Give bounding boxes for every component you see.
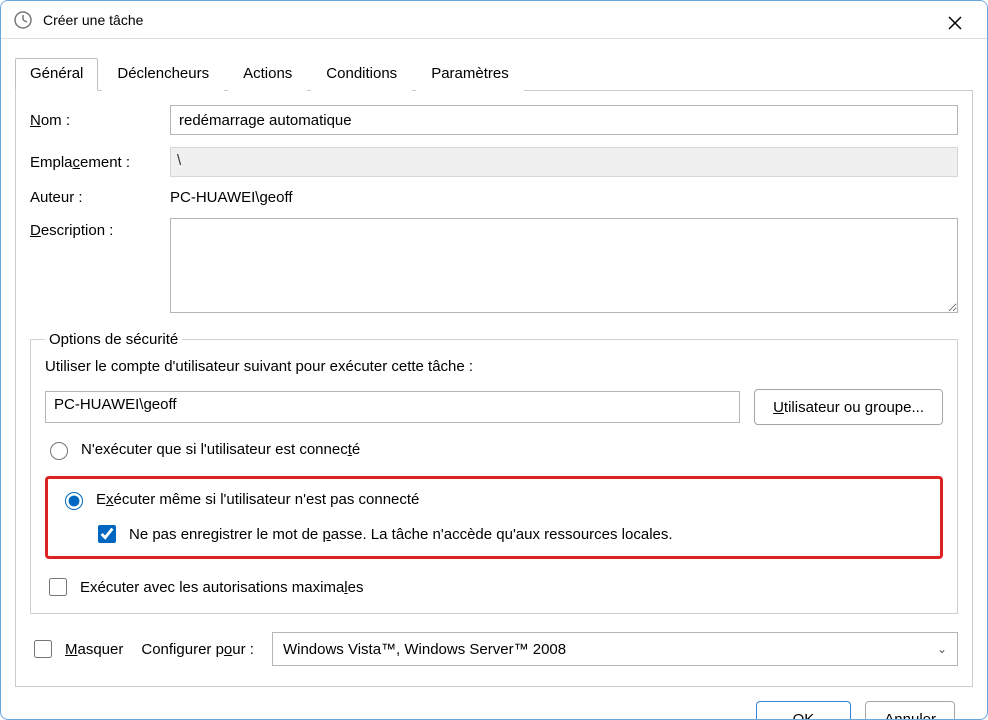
- name-row: Nom :: [30, 105, 958, 135]
- close-button[interactable]: [941, 9, 969, 37]
- window-title: Créer une tâche: [43, 12, 143, 28]
- cancel-button[interactable]: Annuler: [865, 701, 955, 720]
- checkbox-hidden-input[interactable]: [34, 640, 52, 658]
- security-legend: Options de sécurité: [45, 331, 182, 348]
- radio-run-not-logged-input[interactable]: [65, 492, 83, 510]
- tab-settings[interactable]: Paramètres: [416, 58, 524, 91]
- checkbox-highest-priv-input[interactable]: [49, 578, 67, 596]
- checkbox-hidden[interactable]: Masquer: [30, 637, 123, 661]
- radio-run-logged-on-input[interactable]: [50, 442, 68, 460]
- titlebar: Créer une tâche: [1, 1, 987, 39]
- close-icon: [948, 16, 962, 30]
- radio-run-not-logged[interactable]: Exécuter même si l'utilisateur n'est pas…: [60, 489, 928, 510]
- desc-label-ul: D: [30, 222, 41, 239]
- change-user-button[interactable]: Utilisateur ou groupe...: [754, 389, 943, 425]
- create-task-dialog: Créer une tâche Général Déclencheurs Act…: [0, 0, 988, 720]
- radio-run-logged-on[interactable]: N'exécuter que si l'utilisateur est conn…: [45, 439, 943, 460]
- description-input[interactable]: [170, 218, 958, 313]
- desc-label-post: escription :: [41, 222, 114, 239]
- tab-actions[interactable]: Actions: [228, 58, 307, 91]
- author-row: Auteur : PC-HUAWEI\geoff: [30, 189, 958, 206]
- location-row: Emplacement : \: [30, 147, 958, 177]
- general-pane: Nom : Emplacement : \ Auteur : PC-HUAWEI…: [15, 91, 973, 687]
- author-value: PC-HUAWEI\geoff: [170, 189, 293, 206]
- name-label-ul: N: [30, 112, 41, 129]
- description-row: Description :: [30, 218, 958, 313]
- location-value: \: [170, 147, 958, 177]
- configure-for-value: Windows Vista™, Windows Server™ 2008: [283, 641, 566, 658]
- checkbox-no-password[interactable]: Ne pas enregistrer le mot de passe. La t…: [94, 522, 928, 546]
- name-label: om :: [41, 112, 70, 129]
- account-row: PC-HUAWEI\geoff Utilisateur ou groupe...: [45, 389, 943, 425]
- location-label-post: ement :: [80, 154, 130, 171]
- tab-conditions[interactable]: Conditions: [311, 58, 412, 91]
- highlighted-section: Exécuter même si l'utilisateur n'est pas…: [45, 476, 943, 559]
- name-input[interactable]: [170, 105, 958, 135]
- chevron-down-icon: ⌄: [937, 642, 947, 656]
- tab-triggers[interactable]: Déclencheurs: [102, 58, 224, 91]
- checkbox-highest-priv[interactable]: Exécuter avec les autorisations maximale…: [45, 575, 943, 599]
- tab-bar: Général Déclencheurs Actions Conditions …: [15, 57, 973, 91]
- author-label: Auteur :: [30, 189, 170, 206]
- configure-for-label: Configurer pour :: [141, 641, 254, 658]
- use-account-label: Utiliser le compte d'utilisateur suivant…: [45, 358, 943, 375]
- security-options-group: Options de sécurité Utiliser le compte d…: [30, 331, 958, 614]
- location-label-pre: Empla: [30, 154, 73, 171]
- clock-icon: [13, 10, 33, 30]
- account-field: PC-HUAWEI\geoff: [45, 391, 740, 423]
- checkbox-no-password-input[interactable]: [98, 525, 116, 543]
- location-label-ul: c: [73, 154, 81, 171]
- configure-for-select[interactable]: Windows Vista™, Windows Server™ 2008 ⌄: [272, 632, 958, 666]
- dialog-buttons: OK Annuler: [15, 687, 973, 720]
- bottom-row: Masquer Configurer pour : Windows Vista™…: [30, 632, 958, 666]
- tab-general[interactable]: Général: [15, 58, 98, 91]
- dialog-content: Général Déclencheurs Actions Conditions …: [1, 39, 987, 720]
- ok-button[interactable]: OK: [756, 701, 852, 720]
